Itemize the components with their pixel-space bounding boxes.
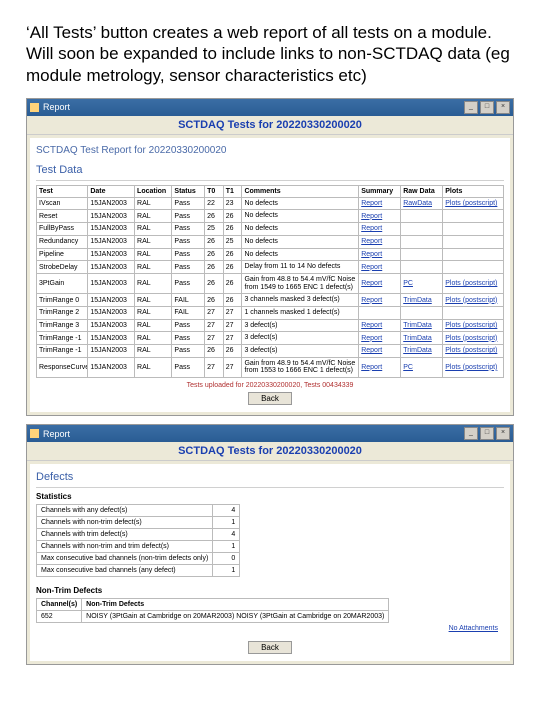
- test-data-table: TestDateLocationStatusT0T1CommentsSummar…: [36, 185, 504, 378]
- col-header: Plots: [443, 185, 504, 197]
- link[interactable]: Report: [361, 335, 382, 342]
- table-row: ResponseCurve15JAN2003RALPass2727Gain fr…: [37, 357, 504, 377]
- table-row: Max consecutive bad channels (non-trim d…: [37, 553, 240, 565]
- close-button[interactable]: ×: [496, 427, 510, 440]
- maximize-button[interactable]: □: [480, 101, 494, 114]
- table-row: Channels with non-trim and trim defect(s…: [37, 541, 240, 553]
- col-header: Date: [88, 185, 135, 197]
- link[interactable]: Report: [361, 238, 382, 245]
- col-header: Status: [172, 185, 205, 197]
- table-row: Redundancy15JAN2003RALPass2625No defects…: [37, 235, 504, 248]
- report-window-1: Report _ □ × SCTDAQ Tests for 2022033020…: [26, 98, 514, 416]
- link[interactable]: TrimData: [403, 322, 432, 329]
- link[interactable]: Report: [361, 200, 382, 207]
- col-header: Test: [37, 185, 88, 197]
- table-row: TrimRange 315JAN2003RALPass27273 defect(…: [37, 319, 504, 332]
- table-row: TrimRange 015JAN2003RALFAIL26263 channel…: [37, 294, 504, 307]
- link[interactable]: Plots (postscript): [445, 322, 497, 329]
- minimize-button[interactable]: _: [464, 101, 478, 114]
- intro-text: ‘All Tests’ button creates a web report …: [26, 22, 514, 86]
- table-row: FullByPass15JAN2003RALPass2526No defects…: [37, 223, 504, 236]
- close-button[interactable]: ×: [496, 101, 510, 114]
- report-subheader: SCTDAQ Test Report for 20220330200020: [36, 143, 504, 162]
- table-row: TrimRange -115JAN2003RALPass27273 defect…: [37, 332, 504, 345]
- app-icon: [30, 103, 39, 112]
- table-row: StrobeDelay15JAN2003RALPass2626Delay fro…: [37, 261, 504, 274]
- link[interactable]: Report: [361, 264, 382, 271]
- app-icon: [30, 429, 39, 438]
- section-title: Test Data: [36, 162, 504, 181]
- table-row: Channels with trim defect(s)4: [37, 529, 240, 541]
- table-row: Max consecutive bad channels (any defect…: [37, 565, 240, 577]
- link[interactable]: Report: [361, 322, 382, 329]
- table-row: Reset15JAN2003RALPass2626No defectsRepor…: [37, 210, 504, 223]
- link[interactable]: Plots (postscript): [445, 364, 497, 371]
- col-header: Summary: [359, 185, 401, 197]
- table-row: Pipeline15JAN2003RALPass2626No defectsRe…: [37, 248, 504, 261]
- report-header: SCTDAQ Tests for 20220330200020: [27, 442, 513, 461]
- back-button[interactable]: Back: [248, 641, 292, 654]
- section-title: Defects: [36, 469, 504, 488]
- link[interactable]: Plots (postscript): [445, 347, 497, 354]
- col-header: Comments: [242, 185, 359, 197]
- link[interactable]: TrimData: [403, 347, 432, 354]
- link[interactable]: Plots (postscript): [445, 200, 497, 207]
- report-header: SCTDAQ Tests for 20220330200020: [27, 116, 513, 135]
- table-row: 652NOISY (3PtGain at Cambridge on 20MAR2…: [37, 611, 389, 623]
- titlebar: Report _ □ ×: [27, 99, 513, 116]
- table-row: TrimRange -115JAN2003RALPass26263 defect…: [37, 345, 504, 358]
- nontrim-label: Non-Trim Defects: [36, 586, 504, 595]
- no-attachments-link[interactable]: No Attachments: [36, 623, 504, 634]
- link[interactable]: Report: [361, 225, 382, 232]
- link[interactable]: Plots (postscript): [445, 335, 497, 342]
- link[interactable]: TrimData: [403, 297, 432, 304]
- back-button[interactable]: Back: [248, 392, 292, 405]
- link[interactable]: Report: [361, 213, 382, 220]
- report-window-2: Report _ □ × SCTDAQ Tests for 2022033020…: [26, 424, 514, 665]
- col-header: T0: [205, 185, 224, 197]
- link[interactable]: Plots (postscript): [445, 297, 497, 304]
- link[interactable]: TrimData: [403, 335, 432, 342]
- titlebar-title: Report: [43, 429, 464, 439]
- link[interactable]: Plots (postscript): [445, 280, 497, 287]
- col-header: Raw Data: [401, 185, 443, 197]
- link[interactable]: RawData: [403, 200, 432, 207]
- defects-table: Channel(s)Non-Trim Defects 652NOISY (3Pt…: [36, 598, 389, 623]
- link[interactable]: Report: [361, 297, 382, 304]
- table-row: Channels with any defect(s)4: [37, 505, 240, 517]
- link[interactable]: Report: [361, 364, 382, 371]
- link[interactable]: Report: [361, 251, 382, 258]
- link[interactable]: PC: [403, 280, 413, 287]
- link[interactable]: Report: [361, 347, 382, 354]
- table-row: IVscan15JAN2003RALPass2223No defectsRepo…: [37, 197, 504, 210]
- table-row: 3PtGain15JAN2003RALPass2626Gain from 48.…: [37, 273, 504, 293]
- link[interactable]: PC: [403, 364, 413, 371]
- stats-label: Statistics: [36, 492, 504, 501]
- table-row: Channels with non-trim defect(s)1: [37, 517, 240, 529]
- table-row: TrimRange 215JAN2003RALFAIL27271 channel…: [37, 306, 504, 319]
- col-header: T1: [223, 185, 242, 197]
- footnote: Tests uploaded for 20220330200020, Tests…: [187, 382, 354, 389]
- minimize-button[interactable]: _: [464, 427, 478, 440]
- maximize-button[interactable]: □: [480, 427, 494, 440]
- link[interactable]: Report: [361, 280, 382, 287]
- col-header: Location: [135, 185, 172, 197]
- titlebar: Report _ □ ×: [27, 425, 513, 442]
- stats-table: Channels with any defect(s)4Channels wit…: [36, 504, 240, 577]
- titlebar-title: Report: [43, 102, 464, 112]
